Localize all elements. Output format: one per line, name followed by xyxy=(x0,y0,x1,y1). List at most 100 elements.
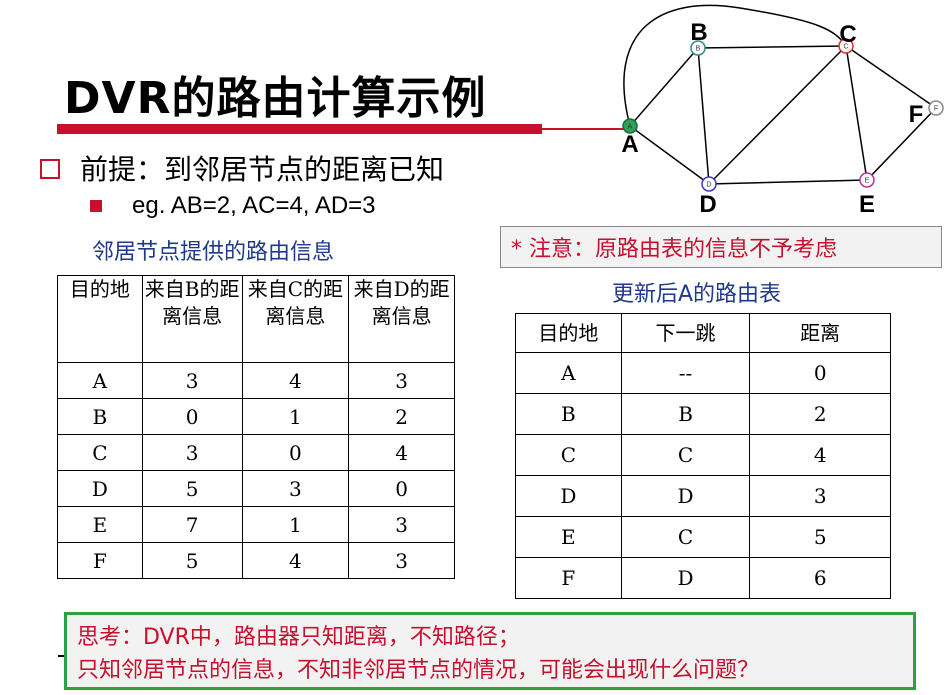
node-label: B xyxy=(690,19,707,46)
table-cell: 1 xyxy=(241,398,350,435)
table-cell: 3 xyxy=(141,434,243,471)
table-row: DD3 xyxy=(515,475,891,517)
table-cell: 0 xyxy=(241,434,350,471)
table-row: A343 xyxy=(57,362,455,399)
table-cell: 0 xyxy=(141,398,243,435)
slide-title: DVR的路由计算示例 xyxy=(64,73,487,124)
neighbor-info-table: 目的地 来自B的距离信息 来自C的距离信息 来自D的距离信息 A343B012C… xyxy=(57,275,455,579)
node-label: A xyxy=(621,131,638,158)
table-cell: B xyxy=(57,398,143,435)
edge-C-E xyxy=(845,45,868,181)
edge-D-E xyxy=(708,179,868,185)
table-cell: 4 xyxy=(348,434,455,471)
think-line-2: 只知邻居节点的信息，不知非邻居节点的情况，可能会出现什么问题？ xyxy=(77,658,760,683)
note-box: * 注意：原路由表的信息不予考虑 xyxy=(500,226,942,268)
edge-B-D xyxy=(697,47,710,185)
node-inner-label: F xyxy=(934,106,938,113)
table-header-row: 目的地 来自B的距离信息 来自C的距离信息 来自D的距离信息 xyxy=(57,275,455,363)
think-line-1: 思考：DVR中，路由器只知距离，不知路径； xyxy=(77,625,520,650)
table-cell: 4 xyxy=(241,362,350,399)
edge-A-D xyxy=(629,125,710,185)
table-row: CC4 xyxy=(515,434,891,476)
table-cell: B xyxy=(515,393,622,435)
table-cell: 5 xyxy=(141,470,243,507)
table-cell: B xyxy=(620,393,751,435)
table-cell: 4 xyxy=(749,434,891,476)
table-cell: C xyxy=(57,434,143,471)
table-cell: C xyxy=(515,434,622,476)
edge-A-C xyxy=(623,4,847,127)
table-cell: E xyxy=(515,516,622,558)
node-inner-label: D xyxy=(706,182,711,189)
header-cell: 来自C的距离信息 xyxy=(241,275,350,363)
updated-routing-table: 目的地 下一跳 距离 A -- 0 B B 2 C C 4 D D 3 E C 5 F D 6 xyxy=(515,313,891,599)
table-cell: 3 xyxy=(348,362,455,399)
example-bullet: eg. AB=2, AC=4, AD=3 xyxy=(90,192,376,220)
table-cell: E xyxy=(57,506,143,543)
table-cell: D xyxy=(620,475,751,517)
table-row: E713 xyxy=(57,506,455,543)
table-cell: 5 xyxy=(749,516,891,558)
table-cell: 0 xyxy=(749,352,891,394)
table-row: D530 xyxy=(57,470,455,507)
edge-A-B xyxy=(629,47,699,127)
table-row: EC5 xyxy=(515,516,891,558)
header-cell: 来自D的距离信息 xyxy=(348,275,455,363)
table-cell: A xyxy=(57,362,143,399)
header-cell: 距离 xyxy=(749,313,891,353)
table-cell: D xyxy=(515,475,622,517)
edge-C-F xyxy=(845,45,937,109)
table-cell: C xyxy=(620,516,751,558)
table-cell: 3 xyxy=(141,362,243,399)
table-cell: 3 xyxy=(348,542,455,579)
example-text: eg. AB=2, AC=4, AD=3 xyxy=(132,192,376,219)
table-row: A -- 0 xyxy=(515,352,891,394)
node-inner-label: E xyxy=(865,178,870,185)
table-cell: C xyxy=(620,434,751,476)
right-table-caption: 更新后A的路由表 xyxy=(612,282,782,307)
table-row: FD6 xyxy=(515,557,891,599)
table-cell: D xyxy=(57,470,143,507)
header-cell: 来自B的距离信息 xyxy=(141,275,243,363)
table-header-row: 目的地 下一跳 距离 xyxy=(515,313,891,353)
table-cell: 6 xyxy=(749,557,891,599)
table-cell: 0 xyxy=(348,470,455,507)
table-cell: 4 xyxy=(241,542,350,579)
table-cell: A xyxy=(515,352,622,394)
edge-B-C xyxy=(697,45,847,49)
table-cell: 5 xyxy=(141,542,243,579)
header-cell: 目的地 xyxy=(57,275,143,363)
title-underline xyxy=(57,124,542,134)
stray-dash xyxy=(58,655,64,657)
filled-square-bullet-icon xyxy=(90,200,102,212)
header-cell: 下一跳 xyxy=(620,313,751,353)
node-inner-label: B xyxy=(696,46,701,53)
node-label: F xyxy=(909,101,924,128)
table-cell: F xyxy=(57,542,143,579)
premise-text: 前提：到邻居节点的距离已知 xyxy=(80,153,445,186)
table-cell: 3 xyxy=(749,475,891,517)
table-row: BB2 xyxy=(515,393,891,435)
left-table-caption: 邻居节点提供的路由信息 xyxy=(92,240,335,265)
table-cell: 2 xyxy=(749,393,891,435)
table-row: B012 xyxy=(57,398,455,435)
table-cell: D xyxy=(620,557,751,599)
edge-E-F xyxy=(866,107,937,181)
table-row: C304 xyxy=(57,434,455,471)
node-label: E xyxy=(859,191,875,215)
table-cell: F xyxy=(515,557,622,599)
think-box: 思考：DVR中，路由器只知距离，不知路径； 只知邻居节点的信息，不知非邻居节点的… xyxy=(64,612,916,690)
table-row: F543 xyxy=(57,542,455,579)
node-label: C xyxy=(839,21,856,48)
table-cell: 7 xyxy=(141,506,243,543)
node-label: D xyxy=(699,191,716,215)
table-cell: 3 xyxy=(241,470,350,507)
network-graph: AABBCCDDEEFF xyxy=(621,4,944,215)
table-cell: -- xyxy=(620,352,751,394)
node-inner-label: A xyxy=(628,124,633,131)
premise-bullet: 前提：到邻居节点的距离已知 xyxy=(40,148,444,188)
table-cell: 3 xyxy=(348,506,455,543)
header-cell: 目的地 xyxy=(515,313,622,353)
table-cell: 1 xyxy=(241,506,350,543)
edge-C-D xyxy=(708,45,847,185)
